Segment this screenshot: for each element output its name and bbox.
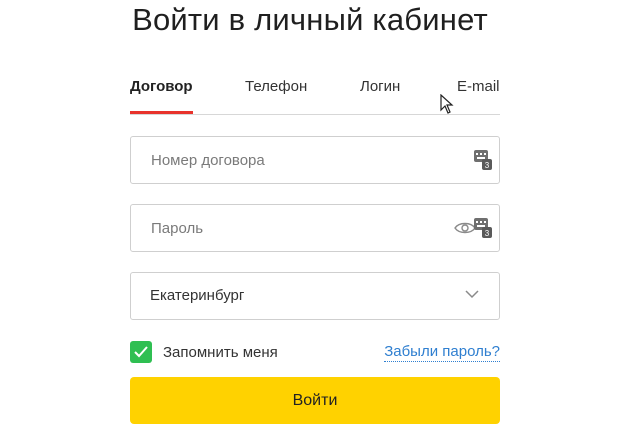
chevron-down-icon: [465, 290, 479, 299]
tab-phone[interactable]: Телефон: [245, 78, 307, 95]
remember-me-toggle[interactable]: Запомнить меня: [130, 341, 278, 363]
remember-me-label: Запомнить меня: [163, 343, 278, 361]
virtual-keyboard-icon[interactable]: 3: [474, 150, 492, 170]
password-field: 3: [130, 204, 500, 252]
contract-number-field: 3: [130, 136, 500, 184]
forgot-password-link[interactable]: Забыли пароль?: [384, 343, 500, 362]
checkmark-icon: [134, 346, 148, 358]
tab-login[interactable]: Логин: [360, 78, 400, 95]
svg-text:3: 3: [485, 229, 490, 238]
password-input[interactable]: [151, 205, 451, 251]
login-page: Войти в личный кабинет Договор Телефон Л…: [0, 0, 620, 439]
city-select[interactable]: Екатеринбург: [130, 272, 500, 320]
login-button[interactable]: Войти: [130, 377, 500, 424]
page-title: Войти в личный кабинет: [132, 2, 488, 37]
show-password-icon[interactable]: [454, 221, 476, 235]
contract-number-input[interactable]: [151, 137, 451, 183]
active-tab-indicator: [130, 111, 193, 114]
virtual-keyboard-icon[interactable]: 3: [474, 218, 492, 238]
svg-text:3: 3: [485, 161, 490, 170]
mouse-cursor-icon: [440, 94, 454, 114]
city-select-value: Екатеринбург: [150, 287, 245, 304]
tab-contract[interactable]: Договор: [130, 78, 193, 95]
tab-email[interactable]: E-mail: [457, 78, 500, 95]
remember-me-checkbox[interactable]: [130, 341, 152, 363]
